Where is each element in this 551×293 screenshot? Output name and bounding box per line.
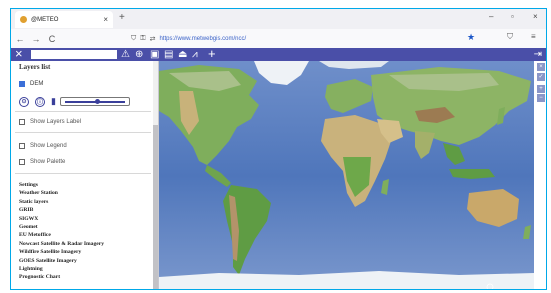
world-map[interactable] xyxy=(159,61,534,290)
map-controls: × ✓ + − xyxy=(534,61,546,289)
menu-item-weather-station[interactable]: Weather Station xyxy=(19,189,149,197)
shield-icon[interactable]: ⛉ xyxy=(131,35,136,43)
chart-icon[interactable]: ⩘ xyxy=(192,48,198,61)
show-layers-label-checkbox[interactable] xyxy=(19,119,25,125)
forward-icon[interactable]: → xyxy=(29,34,43,44)
trash-icon[interactable]: ▮ xyxy=(51,96,56,107)
lock-icon[interactable]: ⚿ xyxy=(140,35,145,43)
layer-checkbox[interactable] xyxy=(19,81,25,87)
search-input[interactable] xyxy=(31,50,117,59)
menu-item-eu-metoffice[interactable]: EU Metoffice xyxy=(19,231,149,239)
layer-item-dem[interactable]: DEM xyxy=(19,81,43,87)
permissions-icon[interactable]: ⇄ xyxy=(150,35,156,43)
alert-icon[interactable]: ⚠ xyxy=(121,48,130,61)
layers-panel: Layers list DEM ⊙ ⓘ ▮ Show Layers Label … xyxy=(11,61,159,289)
url-text[interactable]: https://www.metwebgis.com/ncc/ xyxy=(159,36,246,42)
menu-icon[interactable]: ≡ xyxy=(531,32,536,41)
show-palette-checkbox[interactable] xyxy=(19,159,25,165)
divider xyxy=(15,132,151,133)
divider xyxy=(15,173,151,174)
move-layer-icon[interactable]: ⊙ xyxy=(19,96,29,107)
menu-item-settings[interactable]: Settings xyxy=(19,181,149,189)
bookmark-star-icon[interactable]: ★ xyxy=(467,32,475,43)
show-legend-option[interactable]: Show Legend xyxy=(19,143,67,149)
back-icon[interactable]: ← xyxy=(13,34,27,44)
option-label: Show Palette xyxy=(30,159,66,165)
reload-icon[interactable]: C xyxy=(45,34,59,44)
show-layers-label-option[interactable]: Show Layers Label xyxy=(19,119,81,125)
globe-icon[interactable]: ⊕ xyxy=(135,48,143,61)
menu-item-goes[interactable]: GOES Satellite Imagery xyxy=(19,257,149,265)
app-toolbar: × ⚠ ⊕ ▣ ▤ ⏏ ⩘ + ⇥ xyxy=(11,47,546,61)
tab-title: @METEO xyxy=(31,16,59,23)
slider-thumb[interactable] xyxy=(95,99,101,104)
minimize-icon[interactable]: – xyxy=(489,12,493,21)
tab-close-icon[interactable]: × xyxy=(103,15,108,24)
show-legend-checkbox[interactable] xyxy=(19,143,25,149)
clipboard-icon[interactable]: ▤ xyxy=(164,48,173,61)
exit-icon[interactable]: ⇥ xyxy=(534,48,542,61)
menu-item-lightning[interactable]: Lightning xyxy=(19,265,149,273)
menu-item-grib[interactable]: GRIB xyxy=(19,206,149,214)
address-bar[interactable]: ⛉ ⚿ ⇄ https://www.metwebgis.com/ncc/ xyxy=(131,32,421,45)
menu-item-static-layers[interactable]: Static layers xyxy=(19,198,149,206)
navigation-bar: ← → C ⛉ ⚿ ⇄ https://www.metwebgis.com/nc… xyxy=(11,29,546,48)
map-close-icon[interactable]: × xyxy=(537,63,545,71)
menu-item-geomet[interactable]: Geomet xyxy=(19,223,149,231)
category-menu: Settings Weather Station Static layers G… xyxy=(19,181,149,282)
panel-scrollbar[interactable] xyxy=(153,61,158,289)
layer-label: DEM xyxy=(30,81,44,87)
favicon-icon xyxy=(20,16,27,23)
scrollbar-thumb[interactable] xyxy=(153,125,158,289)
menu-item-sigwx[interactable]: SIGWX xyxy=(19,215,149,223)
opacity-slider[interactable] xyxy=(59,97,130,106)
close-panel-icon[interactable]: × xyxy=(15,47,23,61)
menu-item-nowcast[interactable]: Nowcast Satellite & Radar Imagery xyxy=(19,240,149,248)
plus-icon[interactable]: + xyxy=(208,47,216,60)
map-canvas[interactable] xyxy=(159,61,534,290)
restore-icon[interactable]: ▫ xyxy=(511,12,514,21)
zoom-in-button[interactable]: + xyxy=(537,85,545,93)
window-icon[interactable]: ▣ xyxy=(150,48,159,61)
browser-window: @METEO × + – ▫ × ← → C ⛉ ⚿ ⇄ https://www… xyxy=(10,8,547,290)
pocket-icon[interactable]: ⛉ xyxy=(507,32,513,42)
menu-item-prognostic-chart[interactable]: Prognostic Chart xyxy=(19,273,149,281)
panel-title: Layers list xyxy=(19,63,51,71)
divider xyxy=(15,111,151,112)
show-palette-option[interactable]: Show Palette xyxy=(19,159,65,165)
map-check-icon[interactable]: ✓ xyxy=(537,73,545,81)
window-close-icon[interactable]: × xyxy=(533,12,538,21)
layer-controls: ⊙ ⓘ ▮ xyxy=(19,96,130,107)
browser-tab[interactable]: @METEO × xyxy=(15,11,113,28)
upload-icon[interactable]: ⏏ xyxy=(178,48,187,61)
new-tab-icon[interactable]: + xyxy=(119,12,125,23)
menu-item-wildfire[interactable]: Wildfire Satellite Imagery xyxy=(19,248,149,256)
tab-strip: @METEO × + – ▫ × xyxy=(11,9,546,29)
option-label: Show Layers Label xyxy=(30,119,82,125)
info-icon[interactable]: ⓘ xyxy=(35,96,45,107)
option-label: Show Legend xyxy=(30,143,67,149)
zoom-out-button[interactable]: − xyxy=(537,94,545,102)
